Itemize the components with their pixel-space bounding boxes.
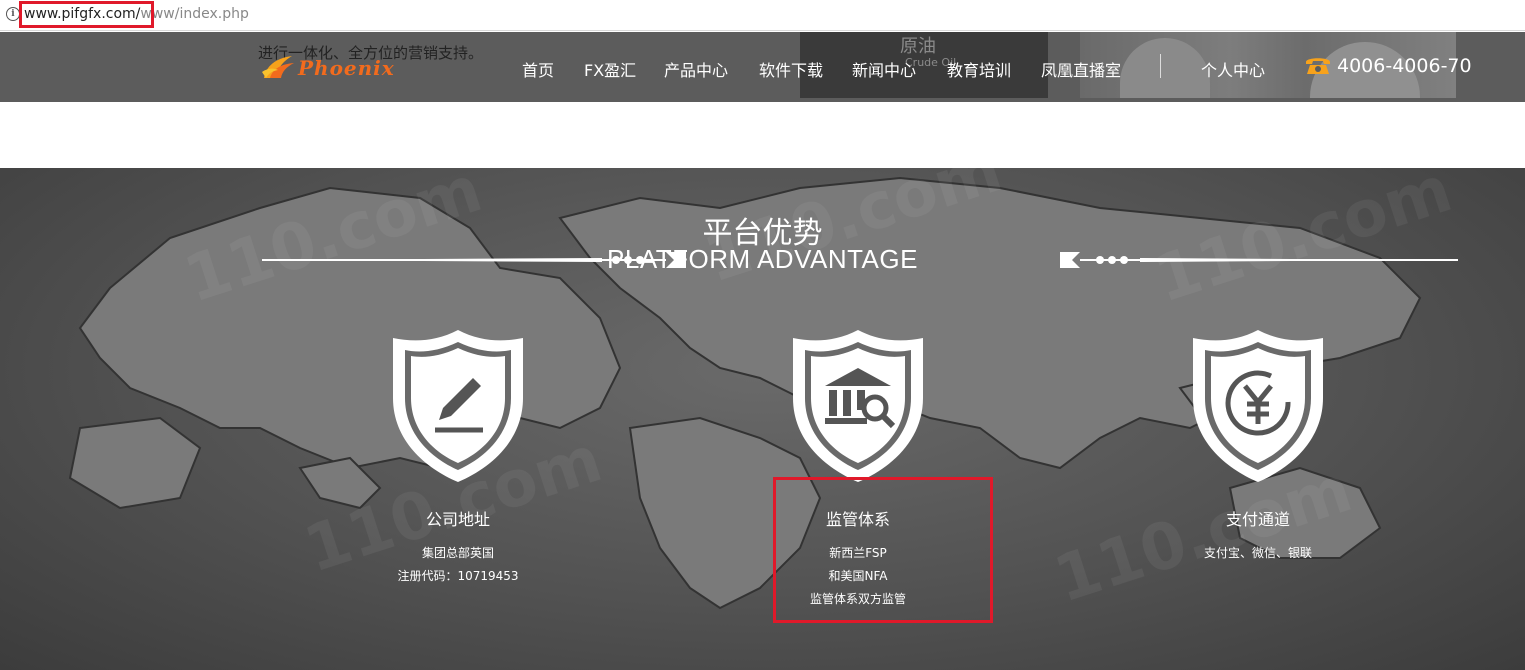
platform-advantage-section: 110.com 110.com 110.com 110.com 110.com … [0, 168, 1525, 670]
shield-bank-search-icon [793, 330, 923, 482]
site-header: 原油 Crude Oil 进行一体化、全方位的营销支持。 Phoenix 首页 … [0, 32, 1525, 102]
info-icon[interactable]: i [6, 7, 20, 21]
phone-number: 4006-4006-70 [1337, 55, 1472, 77]
feature-title: 支付通道 [1225, 510, 1290, 529]
nav-home[interactable]: 首页 [522, 57, 554, 81]
nav-education[interactable]: 教育培训 [947, 57, 1011, 81]
nav-products[interactable]: 产品中心 [664, 57, 728, 81]
banner-text: 原油 [900, 36, 936, 57]
shield-yen-icon [1193, 330, 1323, 482]
phoenix-flame-icon [262, 56, 294, 78]
nav-fx[interactable]: FX盈汇 [584, 57, 636, 81]
title-divider-right [1060, 252, 1458, 268]
feature-line: 注册代码：10719453 [397, 569, 519, 583]
feature-title: 公司地址 [425, 510, 490, 529]
nav-user-center[interactable]: 个人中心 [1201, 57, 1265, 81]
nav-downloads[interactable]: 软件下载 [759, 57, 823, 81]
feature-payment: 支付通道 支付宝、微信、银联 [1108, 328, 1408, 565]
phoenix-logo[interactable]: Phoenix [258, 52, 398, 84]
feature-company-address: 公司地址 集团总部英国 注册代码：10719453 [308, 328, 608, 588]
title-divider-left [262, 252, 686, 268]
nav-divider [1160, 54, 1161, 78]
white-strip [0, 102, 1525, 168]
shield-pencil-icon [393, 330, 523, 482]
regulation-highlight-box [773, 477, 993, 623]
address-bar[interactable]: i www.pifgfx.com/www/index.php [0, 0, 1525, 31]
feature-line: 支付宝、微信、银联 [1203, 546, 1312, 560]
url-highlight-box [19, 1, 154, 28]
nav-live-room[interactable]: 凤凰直播室 [1041, 57, 1121, 81]
logo-text: Phoenix [298, 56, 395, 80]
nav-news[interactable]: 新闻中心 [852, 57, 916, 81]
feature-line: 集团总部英国 [421, 546, 494, 560]
phone-icon [1306, 58, 1330, 74]
url-path: www/index.php [140, 6, 249, 22]
